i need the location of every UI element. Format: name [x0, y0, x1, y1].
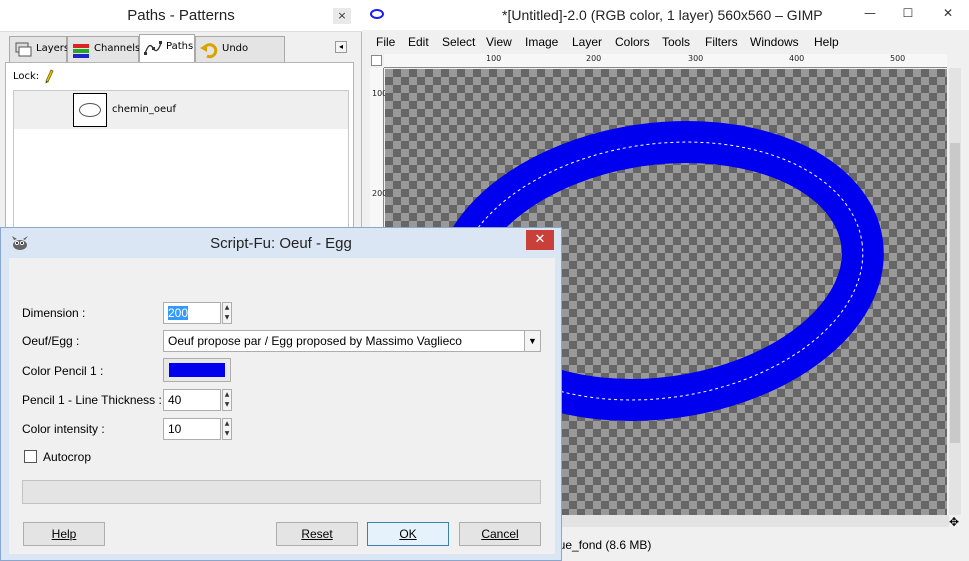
- ruler-label: 200: [372, 189, 388, 198]
- path-name: chemin_oeuf: [112, 104, 176, 115]
- ruler-label: 400: [789, 54, 805, 63]
- dock-title: Paths - Patterns: [127, 7, 235, 24]
- egg-label: Oeuf/Egg :: [22, 334, 80, 348]
- dialog-close-button[interactable]: ✕: [526, 230, 554, 250]
- menu-file[interactable]: File: [376, 35, 395, 49]
- dock-titlebar: Paths - Patterns ×: [0, 0, 362, 32]
- menu-layer[interactable]: Layer: [572, 35, 602, 49]
- ruler-label: 200: [586, 54, 602, 63]
- undo-history-icon: [200, 43, 218, 59]
- dialog-title: Script-Fu: Oeuf - Egg: [210, 235, 352, 252]
- maximize-button[interactable]: ☐: [898, 4, 918, 22]
- color-intensity-input[interactable]: 10: [163, 418, 221, 440]
- tab-channels[interactable]: Channels: [67, 36, 141, 62]
- minimize-button[interactable]: —: [860, 4, 880, 22]
- color-intensity-label: Color intensity :: [22, 422, 105, 436]
- dialog-body: Dimension : 200 ▲ ▼ Oeuf/Egg : Oeuf propo…: [9, 258, 555, 554]
- reset-button[interactable]: Reset: [276, 522, 358, 546]
- line-thickness-label: Pencil 1 - Line Thickness :: [22, 393, 162, 407]
- navigate-icon[interactable]: ✥: [949, 515, 959, 529]
- color-swatch: [169, 363, 225, 377]
- layers-icon: [15, 42, 32, 57]
- ruler-label: 100: [486, 54, 502, 63]
- script-fu-dialog: Script-Fu: Oeuf - Egg ✕ Dimension : 200 …: [0, 227, 562, 561]
- menu-tools[interactable]: Tools: [662, 35, 690, 49]
- ruler-label: 300: [688, 54, 704, 63]
- dimension-spinner[interactable]: 200 ▲ ▼: [163, 302, 233, 324]
- menu-edit[interactable]: Edit: [408, 35, 429, 49]
- menu-windows[interactable]: Windows: [750, 35, 799, 49]
- line-thickness-input[interactable]: 40: [163, 389, 221, 411]
- image-window-titlebar: *[Untitled]-2.0 (RGB color, 1 layer) 560…: [362, 0, 969, 30]
- dialog-titlebar: Script-Fu: Oeuf - Egg ✕: [1, 228, 561, 258]
- line-thickness-spin-arrows[interactable]: ▲ ▼: [222, 389, 232, 411]
- menu-view[interactable]: View: [486, 35, 512, 49]
- lock-label: Lock:: [13, 71, 40, 82]
- path-list: chemin_oeuf: [13, 90, 349, 240]
- tab-paths-label: Paths: [166, 41, 194, 52]
- progress-bar: [22, 480, 541, 504]
- horizontal-scrollbar[interactable]: [552, 515, 949, 527]
- egg-dropdown[interactable]: Oeuf propose par / Egg proposed by Massi…: [163, 330, 541, 352]
- autocrop-label: Autocrop: [43, 450, 92, 464]
- quick-mask-toggle[interactable]: [371, 55, 382, 66]
- path-row[interactable]: chemin_oeuf: [14, 91, 348, 129]
- paths-panel: Lock: chemin_oeuf: [5, 62, 354, 240]
- close-window-button[interactable]: ✕: [938, 4, 958, 22]
- channels-icon: [73, 44, 89, 58]
- image-window-title: *[Untitled]-2.0 (RGB color, 1 layer) 560…: [502, 7, 823, 23]
- path-thumbnail: [73, 93, 107, 127]
- egg-dropdown-value: Oeuf propose par / Egg proposed by Massi…: [168, 334, 462, 348]
- dimension-label: Dimension :: [22, 306, 86, 320]
- dock-tab-menu-button[interactable]: ◂: [335, 41, 347, 53]
- tab-undo-history[interactable]: Undo History: [195, 36, 285, 78]
- line-thickness-spinner[interactable]: 40 ▲ ▼: [163, 389, 233, 411]
- menubar: File Edit Select View Image Layer Colors…: [362, 32, 969, 52]
- status-bar: que_fond (8.6 MB): [552, 530, 969, 561]
- color-pencil-button[interactable]: [163, 358, 231, 382]
- ok-button[interactable]: OK: [367, 522, 449, 546]
- ruler-label: 100: [372, 89, 388, 98]
- ruler-label: 500: [890, 54, 906, 63]
- vertical-scrollbar[interactable]: [949, 68, 961, 515]
- tab-layers-label: Layers: [36, 43, 70, 54]
- menu-help[interactable]: Help: [814, 35, 839, 49]
- egg-path-preview: [79, 103, 101, 117]
- horizontal-ruler[interactable]: 100 200 300 400 500: [384, 54, 947, 68]
- tab-layers[interactable]: Layers: [9, 36, 70, 62]
- chevron-down-icon[interactable]: ▼: [524, 331, 540, 351]
- color-intensity-spin-arrows[interactable]: ▲ ▼: [222, 418, 232, 440]
- lock-strokes-icon[interactable]: [42, 68, 56, 84]
- color-intensity-spinner[interactable]: 10 ▲ ▼: [163, 418, 233, 440]
- paths-icon: [144, 41, 162, 55]
- color-pencil-label: Color Pencil 1 :: [22, 364, 104, 378]
- help-button[interactable]: Help: [23, 522, 105, 546]
- cancel-button[interactable]: Cancel: [459, 522, 541, 546]
- dock-tab-bar: Layers Channels Paths Undo Hi: [9, 34, 354, 78]
- autocrop-checkbox[interactable]: [24, 450, 37, 463]
- dock-close-button[interactable]: ×: [333, 8, 351, 24]
- menu-image[interactable]: Image: [525, 35, 558, 49]
- menu-select[interactable]: Select: [442, 35, 475, 49]
- tab-paths[interactable]: Paths: [139, 34, 195, 62]
- dimension-spin-arrows[interactable]: ▲ ▼: [222, 302, 232, 324]
- menu-colors[interactable]: Colors: [615, 35, 650, 49]
- status-text: que_fond (8.6 MB): [552, 538, 652, 552]
- menu-filters[interactable]: Filters: [705, 35, 738, 49]
- dimension-input[interactable]: 200: [163, 302, 221, 324]
- gimp-logo-icon: [370, 9, 384, 19]
- tab-channels-label: Channels: [94, 43, 141, 54]
